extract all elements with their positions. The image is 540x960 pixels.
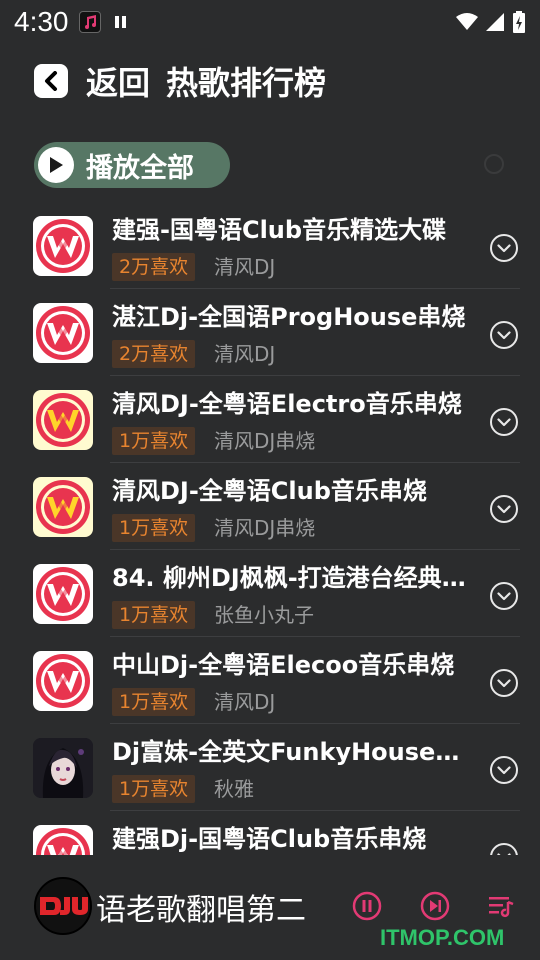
cover-logo-icon	[33, 651, 93, 711]
status-bar: 4:30	[0, 0, 540, 44]
faded-indicator-icon	[484, 154, 504, 174]
likes-badge: 1万喜欢	[112, 601, 196, 629]
song-title: 中山Dj-全粤语Elecoo音乐串烧	[112, 651, 455, 679]
song-more-button[interactable]	[488, 319, 520, 351]
next-track-button[interactable]	[420, 891, 450, 921]
song-title: Dj富妹-全英文FunkyHouse串烧	[112, 738, 472, 766]
song-more-button[interactable]	[488, 406, 520, 438]
song-more-button[interactable]	[488, 493, 520, 525]
song-row[interactable]: 中山Dj-全粤语Elecoo音乐串烧 1万喜欢 清风DJ	[0, 637, 540, 724]
chevron-down-circle-icon	[490, 321, 518, 349]
song-title: 建强Dj-国粤语Club音乐串烧	[112, 825, 427, 853]
song-row[interactable]: 清风DJ-全粤语Electro音乐串烧 1万喜欢 清风DJ串烧	[0, 376, 540, 463]
wifi-icon	[456, 13, 478, 30]
song-artist: 清风DJ串烧	[214, 516, 316, 540]
cover-photo	[33, 738, 93, 798]
song-row[interactable]: Dj富妹-全英文FunkyHouse串烧 1万喜欢 秋雅	[0, 724, 540, 811]
cover-logo-icon	[33, 825, 93, 855]
cover-logo-icon	[33, 564, 93, 624]
song-row[interactable]: 湛江Dj-全国语ProgHouse串烧 2万喜欢 清风DJ	[0, 289, 540, 376]
chevron-down-circle-icon	[490, 495, 518, 523]
music-app-icon	[78, 11, 101, 33]
play-icon	[38, 147, 74, 183]
skip-next-icon	[420, 891, 450, 921]
likes-badge: 2万喜欢	[112, 253, 196, 281]
song-row[interactable]: 建强Dj-国粤语Club音乐串烧 1万喜欢 清风DJ	[0, 811, 540, 855]
likes-badge: 1万喜欢	[112, 775, 196, 803]
song-artist: 清风DJ	[214, 342, 276, 366]
header: 返回 热歌排行榜	[0, 56, 540, 106]
chevron-down-circle-icon	[490, 756, 518, 784]
chevron-down-circle-icon	[490, 408, 518, 436]
song-row[interactable]: 84. 柳州DJ枫枫-打造港台经典串烧 1万喜欢 张鱼小丸子	[0, 550, 540, 637]
song-title: 清风DJ-全粤语Electro音乐串烧	[112, 390, 462, 418]
song-title: 清风DJ-全粤语Club音乐串烧	[112, 477, 427, 505]
likes-badge: 1万喜欢	[112, 514, 196, 542]
playlist-icon	[489, 897, 514, 918]
media-pause-icon	[114, 16, 126, 28]
cover-logo-icon	[33, 390, 93, 450]
pause-button[interactable]	[352, 891, 382, 921]
playlist-button[interactable]	[486, 891, 516, 921]
now-playing-title: 语老歌翻唱第二	[96, 893, 306, 928]
chevron-down-circle-icon	[490, 582, 518, 610]
back-label[interactable]: 返回	[86, 58, 150, 104]
cover-logo-icon	[33, 303, 93, 363]
song-row[interactable]: 清风DJ-全粤语Club音乐串烧 1万喜欢 清风DJ串烧	[0, 463, 540, 550]
page-title: 热歌排行榜	[166, 64, 327, 102]
pause-icon	[352, 891, 382, 921]
likes-badge: 1万喜欢	[112, 427, 196, 455]
back-button[interactable]	[34, 64, 68, 98]
play-all-label: 播放全部	[86, 152, 194, 184]
play-all-button[interactable]: 播放全部	[34, 142, 230, 188]
song-artist: 清风DJ	[214, 255, 276, 279]
signal-icon	[486, 13, 504, 31]
song-title: 湛江Dj-全国语ProgHouse串烧	[112, 303, 466, 331]
song-list[interactable]: 建强-国粤语Club音乐精选大碟 2万喜欢 清风DJ 湛江Dj-全国语ProgH…	[0, 202, 540, 855]
song-artist: 张鱼小丸子	[214, 603, 314, 627]
song-more-button[interactable]	[488, 841, 520, 855]
song-more-button[interactable]	[488, 580, 520, 612]
song-more-button[interactable]	[488, 754, 520, 786]
likes-badge: 2万喜欢	[112, 340, 196, 368]
cover-logo-icon	[33, 216, 93, 276]
song-artist: 清风DJ串烧	[214, 429, 316, 453]
chevron-down-circle-icon	[490, 234, 518, 262]
song-artist: 秋雅	[214, 777, 254, 801]
chevron-left-icon	[45, 71, 57, 91]
song-more-button[interactable]	[488, 232, 520, 264]
dj-logo-avatar[interactable]	[34, 877, 92, 935]
song-more-button[interactable]	[488, 667, 520, 699]
song-row[interactable]: 建强-国粤语Club音乐精选大碟 2万喜欢 清风DJ	[0, 202, 540, 289]
song-artist: 清风DJ	[214, 690, 276, 714]
status-time: 4:30	[14, 6, 69, 37]
song-title: 建强-国粤语Club音乐精选大碟	[112, 216, 447, 244]
cover-logo-icon	[33, 477, 93, 537]
likes-badge: 1万喜欢	[112, 688, 196, 716]
battery-icon	[513, 11, 525, 33]
song-title: 84. 柳州DJ枫枫-打造港台经典串烧	[112, 564, 472, 592]
chevron-down-circle-icon	[490, 669, 518, 697]
watermark: ITMOP.COM	[380, 925, 505, 950]
chevron-down-circle-icon	[490, 843, 518, 855]
